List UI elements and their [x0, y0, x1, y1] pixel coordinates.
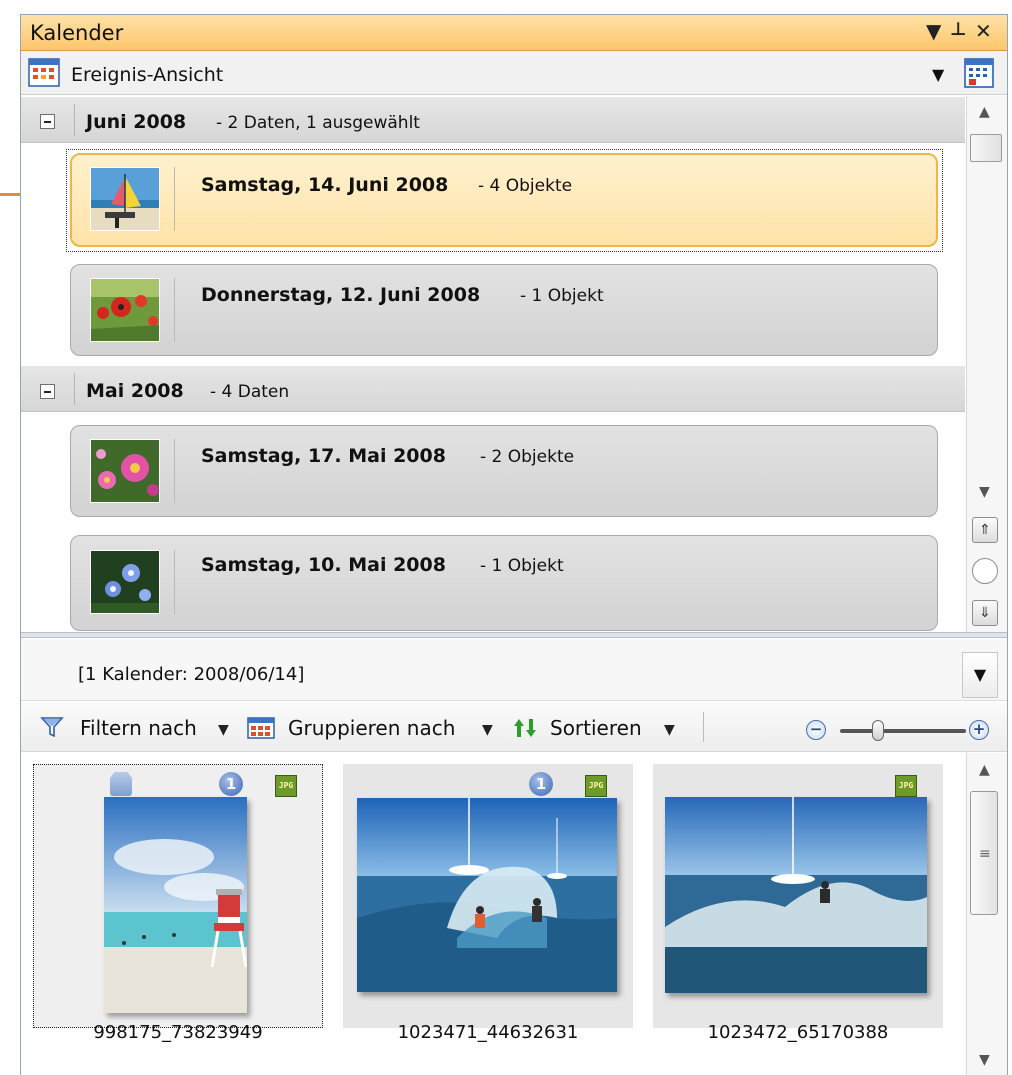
filter-funnel-icon[interactable]	[40, 715, 66, 739]
month-divider	[74, 104, 75, 136]
file-name: 998175_73823949	[93, 1022, 263, 1043]
month-summary: - 2 Daten, 1 ausgewählt	[216, 113, 420, 133]
view-select-chevron-down-icon[interactable]: ▼	[932, 65, 944, 84]
tag-icon	[110, 772, 132, 796]
calendar-icon	[28, 58, 60, 87]
filter-chevron-down-icon[interactable]: ▼	[962, 652, 998, 698]
thumbnail-blue-flowers	[90, 550, 160, 614]
zoom-out-icon[interactable]: −	[806, 720, 826, 740]
pane-splitter[interactable]	[21, 632, 1007, 638]
thumbnail-divider	[174, 439, 175, 503]
filter-chevron-down-icon[interactable]: ▼	[218, 722, 229, 738]
date-card-12-juni[interactable]	[70, 264, 938, 356]
scroll-down-arrow-icon[interactable]: ▼	[979, 1052, 990, 1068]
month-summary: - 4 Daten	[210, 382, 290, 402]
date-title: Samstag, 10. Mai 2008	[201, 554, 446, 576]
date-title: Samstag, 14. Juni 2008	[201, 174, 449, 196]
group-chevron-down-icon[interactable]: ▼	[482, 722, 493, 738]
photo-surfer-wave	[665, 797, 927, 993]
sort-chevron-down-icon[interactable]: ▼	[664, 722, 675, 738]
scrollbar-grip-icon: ≡	[979, 846, 991, 862]
zoom-slider-track[interactable]	[840, 729, 966, 733]
photo-surfers-wave	[357, 798, 617, 992]
jpg-file-icon: JPG	[585, 775, 607, 797]
date-title: Samstag, 17. Mai 2008	[201, 445, 446, 467]
info-badge-icon: 1	[529, 772, 553, 796]
thumbnail-poppies	[90, 278, 160, 342]
navigate-down-icon[interactable]: ⇓	[972, 600, 998, 626]
scroll-up-arrow-icon[interactable]: ▲	[979, 762, 990, 778]
jpg-file-icon: JPG	[895, 775, 917, 797]
active-filter-value[interactable]: [1 Kalender: 2008/06/14]	[78, 664, 304, 685]
zoom-in-icon[interactable]: +	[969, 720, 989, 740]
sort-label[interactable]: Sortieren	[550, 716, 642, 740]
file-name: 1023471_44632631	[397, 1022, 579, 1043]
thumbnail-divider	[174, 278, 175, 342]
date-card-14-juni[interactable]	[70, 153, 938, 247]
month-title: Juni 2008	[86, 111, 187, 133]
panel-menu-dropdown-icon[interactable]: ▼	[926, 19, 941, 43]
thumbnail-divider	[174, 550, 175, 614]
date-count: - 4 Objekte	[478, 176, 573, 196]
scroll-down-arrow-icon[interactable]: ▼	[979, 484, 990, 500]
view-select-value[interactable]: Ereignis-Ansicht	[71, 64, 223, 86]
group-by-label[interactable]: Gruppieren nach	[288, 716, 455, 740]
collapse-minus-icon[interactable]	[40, 384, 55, 399]
collapse-minus-icon[interactable]	[40, 114, 55, 129]
thumbnail-beach	[90, 167, 160, 231]
group-by-calendar-icon[interactable]	[247, 717, 275, 739]
sort-arrows-icon[interactable]	[512, 716, 538, 740]
date-card-17-mai[interactable]	[70, 425, 938, 517]
date-card-10-mai[interactable]	[70, 535, 938, 631]
panel-title: Kalender	[30, 21, 124, 45]
thumbnail-pink-flowers	[90, 439, 160, 503]
navigate-up-icon[interactable]: ⇑	[972, 517, 998, 543]
thumbnail-divider	[174, 167, 175, 231]
date-title: Donnerstag, 12. Juni 2008	[201, 284, 481, 306]
info-badge-icon: 1	[219, 772, 243, 796]
date-count: - 2 Objekte	[480, 447, 575, 467]
zoom-slider-handle[interactable]	[872, 720, 884, 741]
calendar-picker-icon[interactable]	[962, 56, 996, 90]
month-title: Mai 2008	[86, 380, 184, 402]
panel-title-bar	[21, 15, 1007, 51]
event-list-scrollbar[interactable]	[966, 96, 1007, 634]
date-count: - 1 Objekt	[520, 286, 604, 306]
date-count: - 1 Objekt	[480, 556, 564, 576]
month-divider	[74, 373, 75, 405]
photo-lifeguard-tower	[104, 797, 247, 1013]
jpg-file-icon: JPG	[275, 775, 297, 797]
pin-icon[interactable]: ⊥	[950, 19, 966, 40]
filter-by-label[interactable]: Filtern nach	[80, 716, 197, 740]
close-icon[interactable]: ✕	[975, 19, 992, 43]
file-name: 1023472_65170388	[707, 1022, 889, 1043]
navigate-home-icon[interactable]	[972, 558, 998, 584]
scroll-up-arrow-icon[interactable]: ▲	[979, 104, 990, 120]
toolbar-separator	[703, 712, 704, 742]
scrollbar-thumb[interactable]	[970, 134, 1002, 162]
